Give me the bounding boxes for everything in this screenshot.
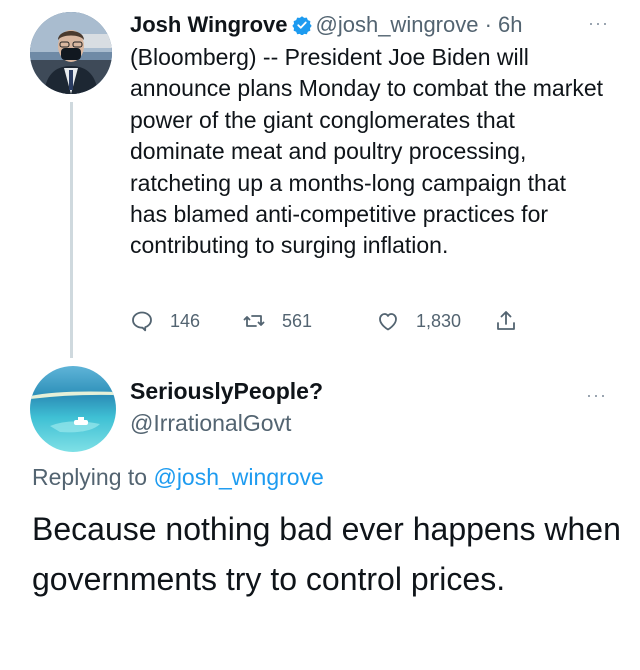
tweet-header: Josh Wingrove @josh_wingrove · 6h xyxy=(130,8,600,42)
reply-icon xyxy=(132,311,152,332)
more-options-icon[interactable]: ··· xyxy=(586,386,607,404)
author-handle[interactable]: @josh_wingrove xyxy=(316,12,479,37)
retweet-count: 561 xyxy=(282,310,313,331)
avatar-josh-wingrove[interactable] xyxy=(30,12,112,94)
reply-button[interactable]: 146 xyxy=(130,306,200,336)
thread-connector-line xyxy=(70,102,73,358)
author-name[interactable]: SeriouslyPeople? xyxy=(130,376,323,406)
share-button[interactable] xyxy=(494,306,534,336)
author-handle[interactable]: @IrrationalGovt xyxy=(130,408,291,438)
replying-prefix: Replying to xyxy=(32,464,154,490)
more-options-icon[interactable]: ··· xyxy=(588,14,609,32)
replying-to-link[interactable]: @josh_wingrove xyxy=(153,464,323,490)
tweet-timestamp[interactable]: 6h xyxy=(498,12,522,37)
tweet-text: Because nothing bad ever happens when go… xyxy=(32,511,621,597)
header-separator: · xyxy=(478,12,499,37)
reply-count: 146 xyxy=(170,310,201,331)
author-name[interactable]: Josh Wingrove xyxy=(130,12,288,37)
avatar-photo xyxy=(30,366,116,452)
avatar-photo xyxy=(30,12,112,94)
like-count: 1,830 xyxy=(416,310,462,331)
retweet-button[interactable]: 561 xyxy=(242,306,312,336)
tweet-actions: 146 561 1,830 xyxy=(130,306,550,336)
retweet-icon xyxy=(243,315,265,327)
share-icon xyxy=(497,311,515,330)
tweet-text: (Bloomberg) -- President Joe Biden will … xyxy=(130,44,604,259)
replying-to-line: Replying to @josh_wingrove xyxy=(32,462,324,492)
like-button[interactable]: 1,830 xyxy=(376,306,461,336)
avatar-seriouslypeople[interactable] xyxy=(30,366,116,452)
like-icon xyxy=(379,313,397,331)
verified-badge-icon xyxy=(291,16,312,35)
